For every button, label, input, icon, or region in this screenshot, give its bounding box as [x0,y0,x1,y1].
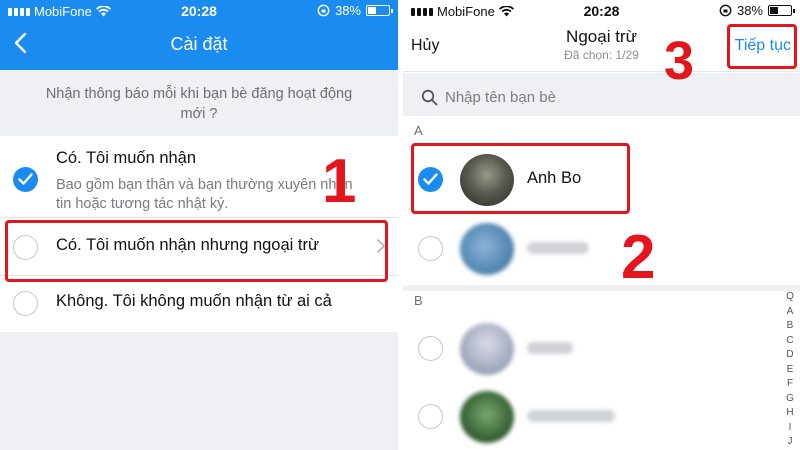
chevron-right-icon [377,239,386,253]
contact-name-blurred [527,242,589,254]
alphabet-index-letter[interactable]: B [785,319,795,334]
alphabet-index-letter[interactable]: D [785,348,795,363]
battery-icon [768,5,795,16]
check-icon [18,173,33,185]
option-label: Có. Tôi muốn nhận nhưng ngoại trừ [56,236,320,254]
alphabet-index-letter[interactable]: I [785,421,795,436]
alphabet-index-letter[interactable]: Q [785,290,795,305]
section-header-a: A [403,121,800,141]
alphabet-index-letter[interactable]: F [785,377,795,392]
option-do-not-receive[interactable]: Không. Tôi không muốn nhận từ ai cả [0,276,398,332]
alphabet-index-letter[interactable]: E [785,363,795,378]
exclude-header: Hủy Ngoại trừ Đã chọn: 1/29 Tiếp tục [403,22,800,72]
notification-options: Có. Tôi muốn nhận Bao gồm bạn thân và bạ… [0,136,398,332]
alphabet-index-letter[interactable]: J [785,435,795,450]
section-header-b: B [403,291,800,311]
continue-button[interactable]: Tiếp tục [735,37,791,55]
alphabet-index-letter[interactable]: G [785,392,795,407]
alphabet-index-letter[interactable]: H [785,406,795,421]
notification-question: Nhận thông báo mỗi khi bạn bè đăng hoạt … [45,86,353,122]
contact-item[interactable] [403,218,780,280]
battery-percent: 38% [736,3,763,18]
battery-fill [368,7,376,14]
contact-name: Anh Bo [527,169,582,187]
radio-unselected[interactable] [13,235,38,260]
avatar [460,154,514,206]
radio-unselected[interactable] [13,291,38,316]
battery-fill [770,7,778,14]
orientation-lock-icon [317,4,330,17]
avatar [460,391,514,443]
orientation-lock-icon [719,4,732,17]
alphabet-index[interactable]: QABCDEFGHIJK [785,290,795,450]
status-bar: MobiFone 20:28 38% [0,0,398,22]
alphabet-index-letter[interactable]: C [785,334,795,349]
settings-header: MobiFone 20:28 38% Cài đặt [0,0,398,70]
option-label: Có. Tôi muốn nhận [56,149,197,167]
check-icon [423,173,438,185]
status-right: 38% [719,3,795,18]
option-receive-except[interactable]: Có. Tôi muốn nhận nhưng ngoại trừ [0,218,398,276]
search-icon [421,89,438,106]
radio-selected[interactable] [13,167,38,192]
battery-icon [366,5,393,16]
contact-item[interactable]: Anh Bo [403,149,780,211]
status-right: 38% [317,3,393,18]
contact-name-blurred [527,342,573,354]
option-label: Không. Tôi không muốn nhận từ ai cả [56,292,332,310]
contact-item[interactable] [403,318,780,380]
option-receive[interactable]: Có. Tôi muốn nhận Bao gồm bạn thân và bạ… [0,136,398,218]
settings-screen: MobiFone 20:28 38% Cài đặt Nhận thông bá… [0,0,398,450]
search-input[interactable] [445,81,745,113]
alphabet-index-letter[interactable]: A [785,305,795,320]
avatar [460,323,514,375]
contact-checkbox[interactable] [418,236,443,261]
contact-checkbox[interactable] [418,336,443,361]
contact-checkbox-selected[interactable] [418,167,443,192]
option-description: Bao gồm bạn thân và bạn thường xuyên nhắ… [56,177,353,212]
contact-checkbox[interactable] [418,404,443,429]
page-title: Cài đặt [170,34,228,54]
status-bar: MobiFone 20:28 38% [403,0,800,22]
search-bar[interactable] [411,81,790,113]
exclude-friends-screen: MobiFone 20:28 38% Hủy Ngoại trừ Đã chọn… [403,0,800,450]
contact-name-blurred [527,410,615,422]
battery-percent: 38% [334,3,361,18]
avatar [460,223,514,275]
contact-item[interactable] [403,386,780,448]
